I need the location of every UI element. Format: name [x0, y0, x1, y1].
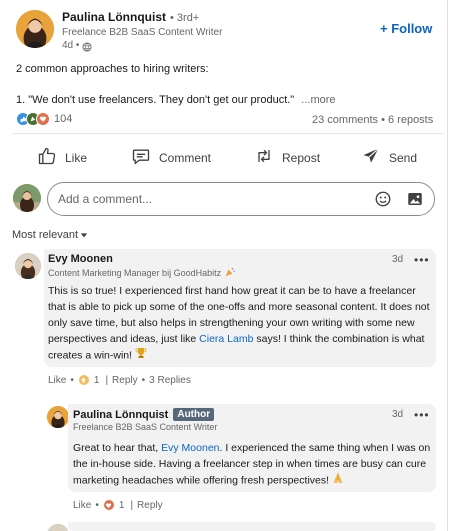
send-label: Send [389, 150, 418, 165]
author-avatar[interactable] [16, 10, 54, 48]
reply-author-name[interactable]: Paulina Lönnquist [73, 409, 168, 421]
post-text-line-2: 1. "We don't use freelancers. They don't… [16, 94, 295, 106]
emoji-icon[interactable] [374, 190, 392, 208]
commenter-name[interactable]: Evy Moonen [48, 253, 113, 265]
comment-time: 3d [392, 254, 404, 265]
reply-more-options-icon[interactable]: ••• [414, 408, 430, 422]
reply-reaction-count[interactable]: 1 [119, 500, 125, 511]
comment-icon [131, 146, 151, 169]
reply-author-avatar[interactable] [47, 406, 69, 428]
view-replies-link[interactable]: 3 Replies [149, 375, 191, 386]
comment-input-placeholder: Add a comment... [58, 192, 153, 206]
reply-like-button[interactable]: Like [73, 500, 91, 511]
author-name[interactable]: Paulina Lönnquist [62, 10, 166, 24]
trophy-icon [135, 347, 147, 364]
reply-author-headline: Freelance B2B SaaS Content Writer [73, 422, 218, 432]
comments-reposts-count[interactable]: 23 comments • 6 reposts [312, 114, 433, 126]
like-label: Like [65, 150, 88, 165]
comment-like-button[interactable]: Like [48, 375, 66, 386]
comment-reaction-count[interactable]: 1 [94, 375, 100, 386]
send-icon [361, 146, 381, 169]
comment-text: This is so true! I experienced first han… [48, 283, 432, 364]
author-badge: Author [173, 408, 215, 421]
love-reaction-icon [36, 112, 50, 126]
repost-label: Repost [282, 150, 321, 165]
post-time: 4d • [62, 40, 80, 51]
party-popper-icon [225, 266, 235, 280]
see-more-link[interactable]: ...more [301, 94, 335, 106]
comment-button[interactable]: Comment [131, 146, 211, 169]
reply-time: 3d [392, 409, 404, 420]
more-options-icon[interactable]: ••• [414, 253, 430, 267]
like-button[interactable]: Like [37, 146, 87, 169]
right-edge-border [447, 0, 448, 531]
mention-link[interactable]: Ciera Lamb [199, 333, 253, 345]
love-reaction-icon [102, 499, 115, 511]
reaction-count[interactable]: 104 [54, 113, 72, 125]
insightful-reaction-icon [77, 374, 90, 386]
follow-button[interactable]: + Follow [380, 21, 432, 36]
image-icon[interactable] [406, 190, 424, 208]
commenter-headline: Content Marketing Manager bij GoodHabitz [48, 268, 222, 278]
comment-input[interactable]: Add a comment... [47, 182, 435, 216]
globe-icon [82, 41, 92, 52]
reply-mention-link[interactable]: Evy Moonen [161, 442, 219, 454]
comment-label: Comment [159, 150, 212, 165]
send-button[interactable]: Send [361, 146, 417, 169]
author-headline: Freelance B2B SaaS Content Writer [62, 27, 223, 38]
current-user-avatar [13, 184, 41, 212]
reply-text: Great to hear that, Evy Moonen. I experi… [73, 440, 433, 489]
repost-button[interactable]: Repost [254, 146, 320, 169]
sort-dropdown[interactable]: Most relevant [12, 228, 88, 242]
connection-degree: • 3rd+ [170, 12, 200, 24]
repost-icon [254, 146, 274, 169]
folded-hands-icon [332, 472, 344, 489]
thumbs-up-icon [37, 146, 57, 169]
divider [12, 133, 444, 134]
sort-label: Most relevant [12, 229, 79, 241]
caret-down-icon [80, 228, 88, 242]
comment-reply-button[interactable]: Reply [112, 375, 138, 386]
commenter-avatar[interactable] [15, 253, 41, 279]
reply-reply-button[interactable]: Reply [137, 500, 163, 511]
post-text-line-1: 2 common approaches to hiring writers: [16, 63, 209, 75]
next-reply-bubble [68, 522, 436, 531]
next-reply-avatar[interactable] [47, 524, 69, 531]
